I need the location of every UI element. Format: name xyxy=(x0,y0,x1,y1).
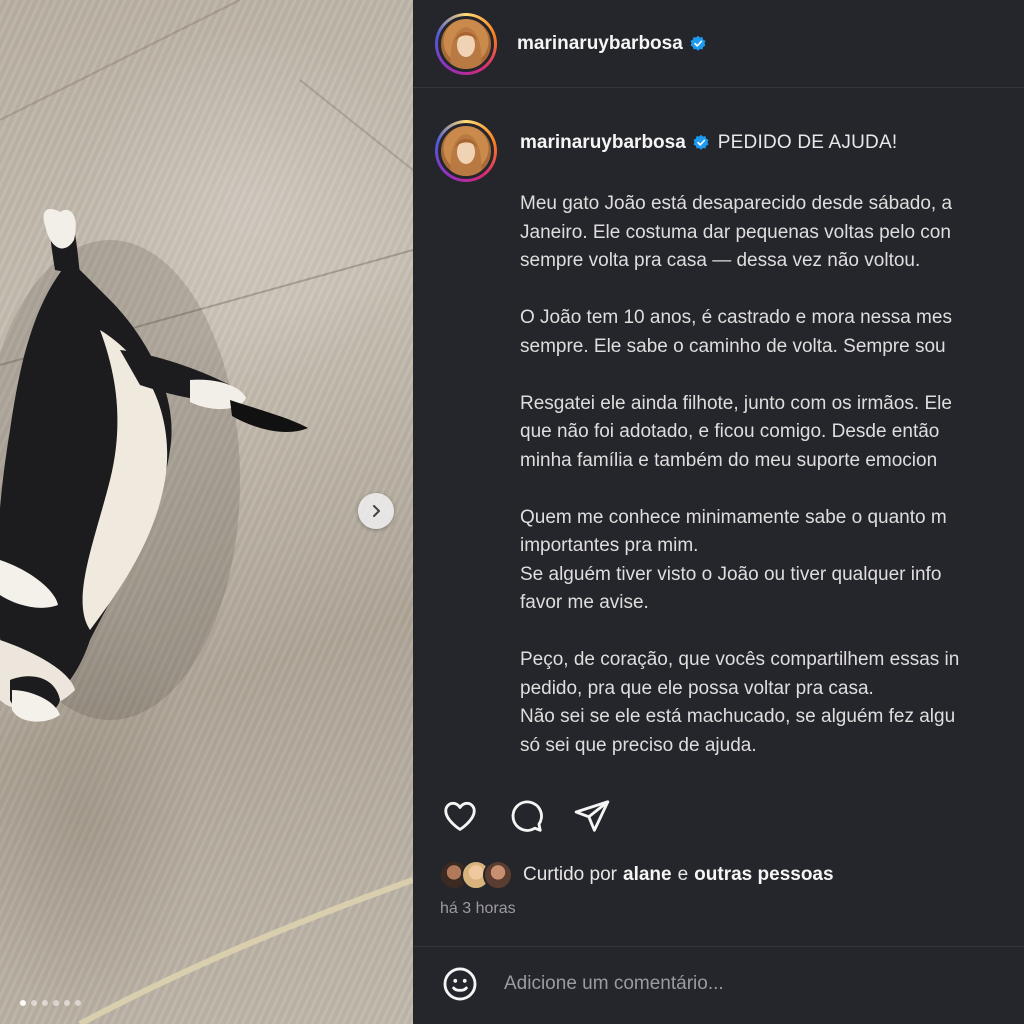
caption-line: Se alguém tiver visto o João ou tiver qu… xyxy=(520,563,942,585)
smiley-icon xyxy=(443,967,477,1001)
post-side-panel: marinaruybarbosa marinaruybarbosa PEDIDO… xyxy=(413,0,1024,1024)
liker-avatar xyxy=(483,860,513,890)
carousel-dot xyxy=(53,1000,59,1006)
caption-line: O João tem 10 anos, é castrado e mora ne… xyxy=(520,307,952,328)
caption-line: Meu gato João está desaparecido desde sá… xyxy=(520,193,953,214)
avatar-photo xyxy=(438,15,494,72)
avatar-face-image xyxy=(450,134,482,176)
caption-line: Quem me conhece minimamente sabe o quant… xyxy=(520,506,947,528)
comment-composer xyxy=(440,964,1024,1004)
avatar[interactable] xyxy=(435,12,497,75)
caption-line: Resgatei ele ainda filhote, junto com os… xyxy=(520,392,952,414)
carousel-indicator xyxy=(20,1000,81,1006)
caption-line: sempre. Ele sabe o caminho de volta. Sem… xyxy=(520,335,946,357)
caption-line: pedido, pra que ele possa voltar pra cas… xyxy=(520,677,874,699)
likes-others[interactable]: outras pessoas xyxy=(694,864,833,886)
caption-avatar[interactable] xyxy=(435,120,497,182)
chevron-right-icon xyxy=(373,505,380,517)
carousel-dot xyxy=(31,1000,37,1006)
verified-badge-icon xyxy=(692,134,710,152)
caption-header: marinaruybarbosa PEDIDO DE AJUDA! xyxy=(520,132,897,154)
next-photo-button[interactable] xyxy=(358,493,394,529)
share-button[interactable] xyxy=(572,796,612,836)
carousel-dot xyxy=(75,1000,81,1006)
caption-paragraph: Quem me conhece minimamente sabe o quant… xyxy=(520,504,1024,618)
caption-line: Janeiro. Ele costuma dar pequenas voltas… xyxy=(520,221,951,243)
caption-line: favor me avise. xyxy=(520,592,649,613)
likes-joiner: e xyxy=(677,864,689,885)
caption-paragraph: Resgatei ele ainda filhote, junto com os… xyxy=(520,390,1024,476)
post-header: marinaruybarbosa xyxy=(413,0,1024,88)
caption-line: minha família e também do meu suporte em… xyxy=(520,449,938,471)
like-button[interactable] xyxy=(440,796,480,836)
caption-paragraph: Meu gato João está desaparecido desde sá… xyxy=(520,190,1024,276)
caption-body: Meu gato João está desaparecido desde sá… xyxy=(520,190,1024,789)
caption-line: Não sei se ele está machucado, se alguém… xyxy=(520,706,956,727)
liker-avatars xyxy=(439,860,513,890)
caption-line: que não foi adotado, e ficou comigo. Des… xyxy=(520,421,940,442)
avatar-face-image xyxy=(450,26,482,69)
caption-line: sempre volta pra casa — dessa vez não vo… xyxy=(520,250,921,271)
carousel-dot xyxy=(42,1000,48,1006)
verified-badge-icon xyxy=(689,35,707,53)
caption-line: só sei que preciso de ajuda. xyxy=(520,734,757,756)
caption-paragraph: O João tem 10 anos, é castrado e mora ne… xyxy=(520,304,1024,361)
post-actions xyxy=(440,796,612,836)
avatar-photo xyxy=(438,123,494,179)
paper-plane-icon xyxy=(574,800,610,832)
emoji-button[interactable] xyxy=(440,964,480,1004)
divider xyxy=(413,946,1024,947)
likes-prefix: Curtido por xyxy=(523,864,617,885)
comment-input[interactable] xyxy=(504,973,1024,995)
comment-bubble-icon xyxy=(511,800,543,832)
caption-line: Peço, de coração, que vocês compartilhem… xyxy=(520,649,960,670)
header-username[interactable]: marinaruybarbosa xyxy=(517,33,683,55)
carousel-dot xyxy=(20,1000,26,1006)
post-photo xyxy=(0,0,413,1024)
caption-username[interactable]: marinaruybarbosa xyxy=(520,132,686,154)
heart-icon xyxy=(444,801,476,831)
caption-paragraph: Peço, de coração, que vocês compartilhem… xyxy=(520,646,1024,760)
cat-photo-scene xyxy=(0,0,413,1024)
caption-lead: PEDIDO DE AJUDA! xyxy=(717,132,898,153)
caption-line: importantes pra mim. xyxy=(520,535,699,556)
post-timestamp: há 3 horas xyxy=(440,900,516,917)
carousel-dot xyxy=(64,1000,70,1006)
likes-summary[interactable]: Curtido por alane e outras pessoas xyxy=(439,860,840,890)
likes-user[interactable]: alane xyxy=(623,864,672,886)
comment-button[interactable] xyxy=(506,796,546,836)
